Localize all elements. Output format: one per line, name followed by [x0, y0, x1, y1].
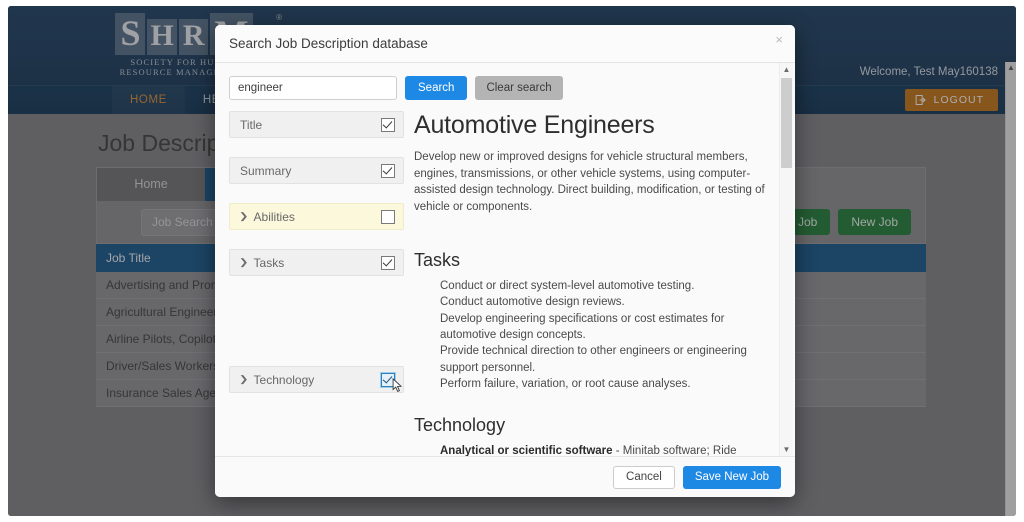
modal-scrollbar[interactable]: ▲ ▼ — [779, 63, 793, 456]
tasks-section-heading: Tasks — [414, 249, 461, 270]
modal-search-row: Search Clear search — [215, 63, 795, 111]
modal-columns: Title Summary ❯ Abilities ❯ Tasks ❯ Tech… — [215, 111, 795, 456]
cancel-button[interactable]: Cancel — [613, 465, 675, 489]
facet-summary-checkbox[interactable] — [381, 163, 395, 178]
scroll-down-icon[interactable]: ▼ — [780, 443, 793, 456]
modal-title: Search Job Description database — [229, 36, 428, 51]
facet-title[interactable]: Title — [229, 111, 404, 138]
list-item: Conduct or direct system-level automotiv… — [440, 279, 695, 292]
facet-list: Title Summary ❯ Abilities ❯ Tasks ❯ Tech… — [215, 111, 404, 456]
browser-page: S H R M ® SOCIETY FOR HUMAN RESOURCE MAN… — [8, 6, 1016, 516]
facet-abilities-label: Abilities — [253, 209, 295, 224]
search-button[interactable]: Search — [405, 76, 468, 100]
chevron-down-icon: ❯ — [239, 211, 249, 221]
technology-section-heading: Technology — [414, 414, 506, 435]
facet-tasks-checkbox[interactable] — [381, 255, 395, 270]
facet-technology[interactable]: ❯ Technology — [229, 366, 404, 393]
list-item: Analytical or scientific software - Mini… — [440, 443, 773, 456]
detail-job-title: Automotive Engineers — [414, 111, 655, 139]
modal-header: Search Job Description database × — [215, 25, 795, 63]
scroll-up-icon[interactable]: ▲ — [780, 63, 793, 76]
modal-body: Search Clear search Title Summary — [215, 63, 795, 456]
technology-list: Analytical or scientific software - Mini… — [414, 443, 773, 456]
facet-summary-label: Summary — [240, 163, 292, 178]
search-job-description-modal: Search Job Description database × Search… — [215, 25, 795, 497]
modal-footer: Cancel Save New Job — [215, 456, 795, 497]
close-icon[interactable]: × — [775, 33, 783, 47]
list-item: Perform failure, variation, or root caus… — [440, 378, 691, 391]
facet-title-label: Title — [240, 117, 263, 132]
facet-abilities[interactable]: ❯ Abilities — [229, 203, 404, 230]
facet-technology-checkbox[interactable] — [381, 372, 395, 387]
facet-abilities-checkbox[interactable] — [381, 209, 395, 224]
job-detail-panel: Automotive Engineers Develop new or impr… — [404, 111, 795, 456]
facet-technology-label: Technology — [253, 372, 315, 387]
technology-category: Analytical or scientific software — [440, 444, 613, 456]
facet-title-checkbox[interactable] — [381, 117, 395, 132]
clear-search-button[interactable]: Clear search — [475, 76, 563, 100]
list-item: Conduct automotive design reviews. — [440, 296, 625, 309]
facet-summary[interactable]: Summary — [229, 157, 404, 184]
facet-tasks-label: Tasks — [253, 255, 285, 270]
list-item: Provide technical direction to other eng… — [440, 345, 747, 374]
screenshot-root: S H R M ® SOCIETY FOR HUMAN RESOURCE MAN… — [0, 0, 1024, 522]
chevron-down-icon: ❯ — [239, 374, 249, 384]
search-input[interactable] — [229, 76, 397, 100]
tasks-list: Conduct or direct system-level automotiv… — [414, 278, 773, 393]
facet-tasks[interactable]: ❯ Tasks — [229, 249, 404, 276]
chevron-down-icon: ❯ — [239, 257, 249, 267]
detail-job-summary: Develop new or improved designs for vehi… — [414, 151, 765, 214]
scrollbar-thumb[interactable] — [781, 78, 792, 168]
save-new-job-button[interactable]: Save New Job — [682, 465, 781, 489]
list-item: Develop engineering specifications or co… — [440, 312, 725, 341]
